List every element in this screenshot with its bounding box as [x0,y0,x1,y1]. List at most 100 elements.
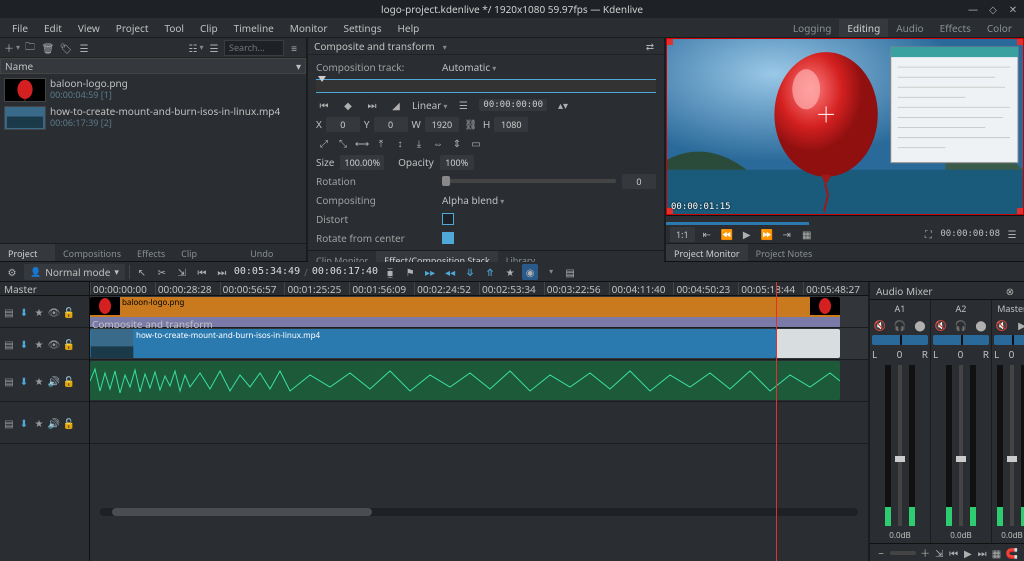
db-value[interactable]: 0.0dB [889,530,910,541]
expand-icon[interactable]: ▤ [3,338,15,350]
expand-icon[interactable]: ▤ [3,306,15,318]
rotate-center-checkbox[interactable] [442,232,454,244]
interp-icon[interactable]: ◢ [388,97,404,113]
lift-icon[interactable]: ⤊ [482,264,498,280]
monitor-menu-icon[interactable]: ☰ [1004,226,1020,242]
align-vcenter-icon[interactable]: ↕ [392,135,408,151]
close-icon[interactable]: ✕ [1006,2,1020,16]
zoom-in-icon[interactable]: ＋ [920,545,930,561]
menu-timeline[interactable]: Timeline [226,19,282,37]
align-top-icon[interactable]: ⤒ [373,135,389,151]
headphone-icon[interactable]: 🎧 [953,317,969,333]
fit-width-icon[interactable]: ⇔ [430,135,446,151]
bin-column-header[interactable]: Name▾ [0,58,306,74]
align-left-icon[interactable]: ⤢ [316,135,332,151]
prev-keyframe-icon[interactable]: ⏮ [316,97,332,113]
track-a2[interactable] [90,402,868,444]
kf-menu-icon[interactable]: ☰ [455,97,471,113]
tab-clip-properties[interactable]: Clip Properties [173,244,242,261]
edit-mode-dropdown[interactable]: 👤 Normal mode ▾ [24,264,125,280]
fullscreen-icon[interactable]: ⛶ [920,226,936,242]
folder-icon[interactable]: 🗀 [22,40,38,56]
transition-clip[interactable]: Composite and transform [90,317,840,327]
keyframe-ruler[interactable] [316,79,656,93]
gear-icon[interactable]: ⚙ [4,264,20,280]
layout-editing[interactable]: Editing [839,19,888,37]
next-keyframe-icon[interactable]: ⏭ [364,97,380,113]
balance-slider[interactable] [872,335,928,345]
w-field[interactable]: 1920 [425,117,459,132]
menu-tool[interactable]: Tool [156,19,192,37]
expand-icon[interactable]: ▤ [3,375,15,387]
spacer-tool-icon[interactable]: ⇲ [174,264,190,280]
marker-icon[interactable]: ⚑ [402,264,418,280]
record-icon[interactable]: ⬤ [912,317,928,333]
minimize-icon[interactable]: — [966,2,980,16]
clip-a1[interactable]: how-to-create-mount-and-burn-isos-in-lin… [90,361,840,400]
panel-menu-icon[interactable]: ≡ [286,40,302,56]
playhead[interactable] [776,282,777,561]
cut-icon[interactable]: ⧯ [382,264,398,280]
layout-color[interactable]: Color [979,19,1020,37]
zoom-out-icon[interactable]: − [876,545,886,561]
monitor-icon[interactable]: ▶ [1014,317,1024,333]
fader[interactable] [1010,365,1014,526]
record-icon[interactable]: ⬤ [973,317,989,333]
align-right-icon[interactable]: ⟷ [354,135,370,151]
effects-icon[interactable]: ★ [33,338,45,350]
delete-icon[interactable]: 🗑 [40,40,56,56]
skip-end-icon[interactable]: ⏭ [214,264,230,280]
clip-v1-tail[interactable] [776,329,840,358]
composition-track-value[interactable]: Automatic [442,60,656,74]
tab-effects[interactable]: Effects [129,244,173,261]
opacity-field[interactable]: 100% [440,155,474,170]
time-ruler[interactable]: 00:00:00:0000:00:28:2800:00:56:5700:01:2… [90,282,868,296]
preview-menu-icon[interactable] [542,264,558,280]
track-header-a2[interactable]: ▤ ⬇ ★ 🔊 🔓 [0,402,89,444]
razor-tool-icon[interactable]: ✂ [154,264,170,280]
track-v2[interactable]: baloon-logo.png Composite and transform [90,296,868,328]
target-icon[interactable]: ⬇ [18,338,30,350]
layout-audio[interactable]: Audio [888,19,931,37]
master-label[interactable]: Master [4,282,37,296]
timeline-scrollbar[interactable] [100,508,858,516]
lock-aspect-icon[interactable]: ⛓ [463,116,479,132]
monitor-canvas[interactable]: 00:00:01:15 [666,38,1024,215]
h-field[interactable]: 1080 [494,117,528,132]
lock-icon[interactable]: 🔓 [63,306,75,318]
align-bottom-icon[interactable]: ⤓ [411,135,427,151]
menu-edit[interactable]: Edit [36,19,70,37]
headphone-icon[interactable]: 🎧 [892,317,908,333]
tab-project-notes[interactable]: Project Notes [748,244,821,261]
view-mode-icon[interactable]: ☷ [188,40,204,56]
expand-icon[interactable]: ▤ [3,417,15,429]
clip-v1[interactable]: how-to-create-mount-and-burn-isos-in-lin… [90,329,776,358]
forward-icon[interactable]: ⏩ [759,226,775,242]
db-value[interactable]: 0.0dB [950,530,971,541]
target-icon[interactable]: ⬇ [18,375,30,387]
overwrite-icon[interactable]: ◂◂ [442,264,458,280]
menu-clip[interactable]: Clip [192,19,226,37]
effect-settings-icon[interactable]: ⇄ [642,38,658,54]
av-icon[interactable]: ▤ [562,264,578,280]
zoom-dropdown[interactable]: 1:1 [670,227,695,242]
monitor-tc[interactable]: 00:00:00:08 [940,229,1000,239]
tab-project-monitor[interactable]: Project Monitor [666,244,748,261]
fit-height-icon[interactable]: ⇕ [449,135,465,151]
tab-project-bin[interactable]: Project Bin [0,244,55,261]
search-input[interactable] [224,40,284,56]
track-a1[interactable]: how-to-create-mount-and-burn-isos-in-lin… [90,360,868,402]
grid-icon[interactable]: ▦ [799,226,815,242]
snap-icon[interactable]: 🧲 [1006,545,1018,561]
menu-settings[interactable]: Settings [335,19,389,37]
prev-icon[interactable]: ⏮ [948,545,958,561]
mute-icon[interactable]: 🔊 [48,375,60,387]
mixer-close-icon[interactable]: ⊗ [1002,283,1018,299]
x-field[interactable]: 0 [326,117,360,132]
select-tool-icon[interactable]: ↖ [134,264,150,280]
add-clip-button[interactable]: ＋ [4,40,20,56]
layout-logging[interactable]: Logging [785,19,840,37]
monitor-ruler[interactable] [666,215,1024,225]
favorite-icon[interactable]: ★ [502,264,518,280]
orig-size-icon[interactable]: ▭ [468,135,484,151]
